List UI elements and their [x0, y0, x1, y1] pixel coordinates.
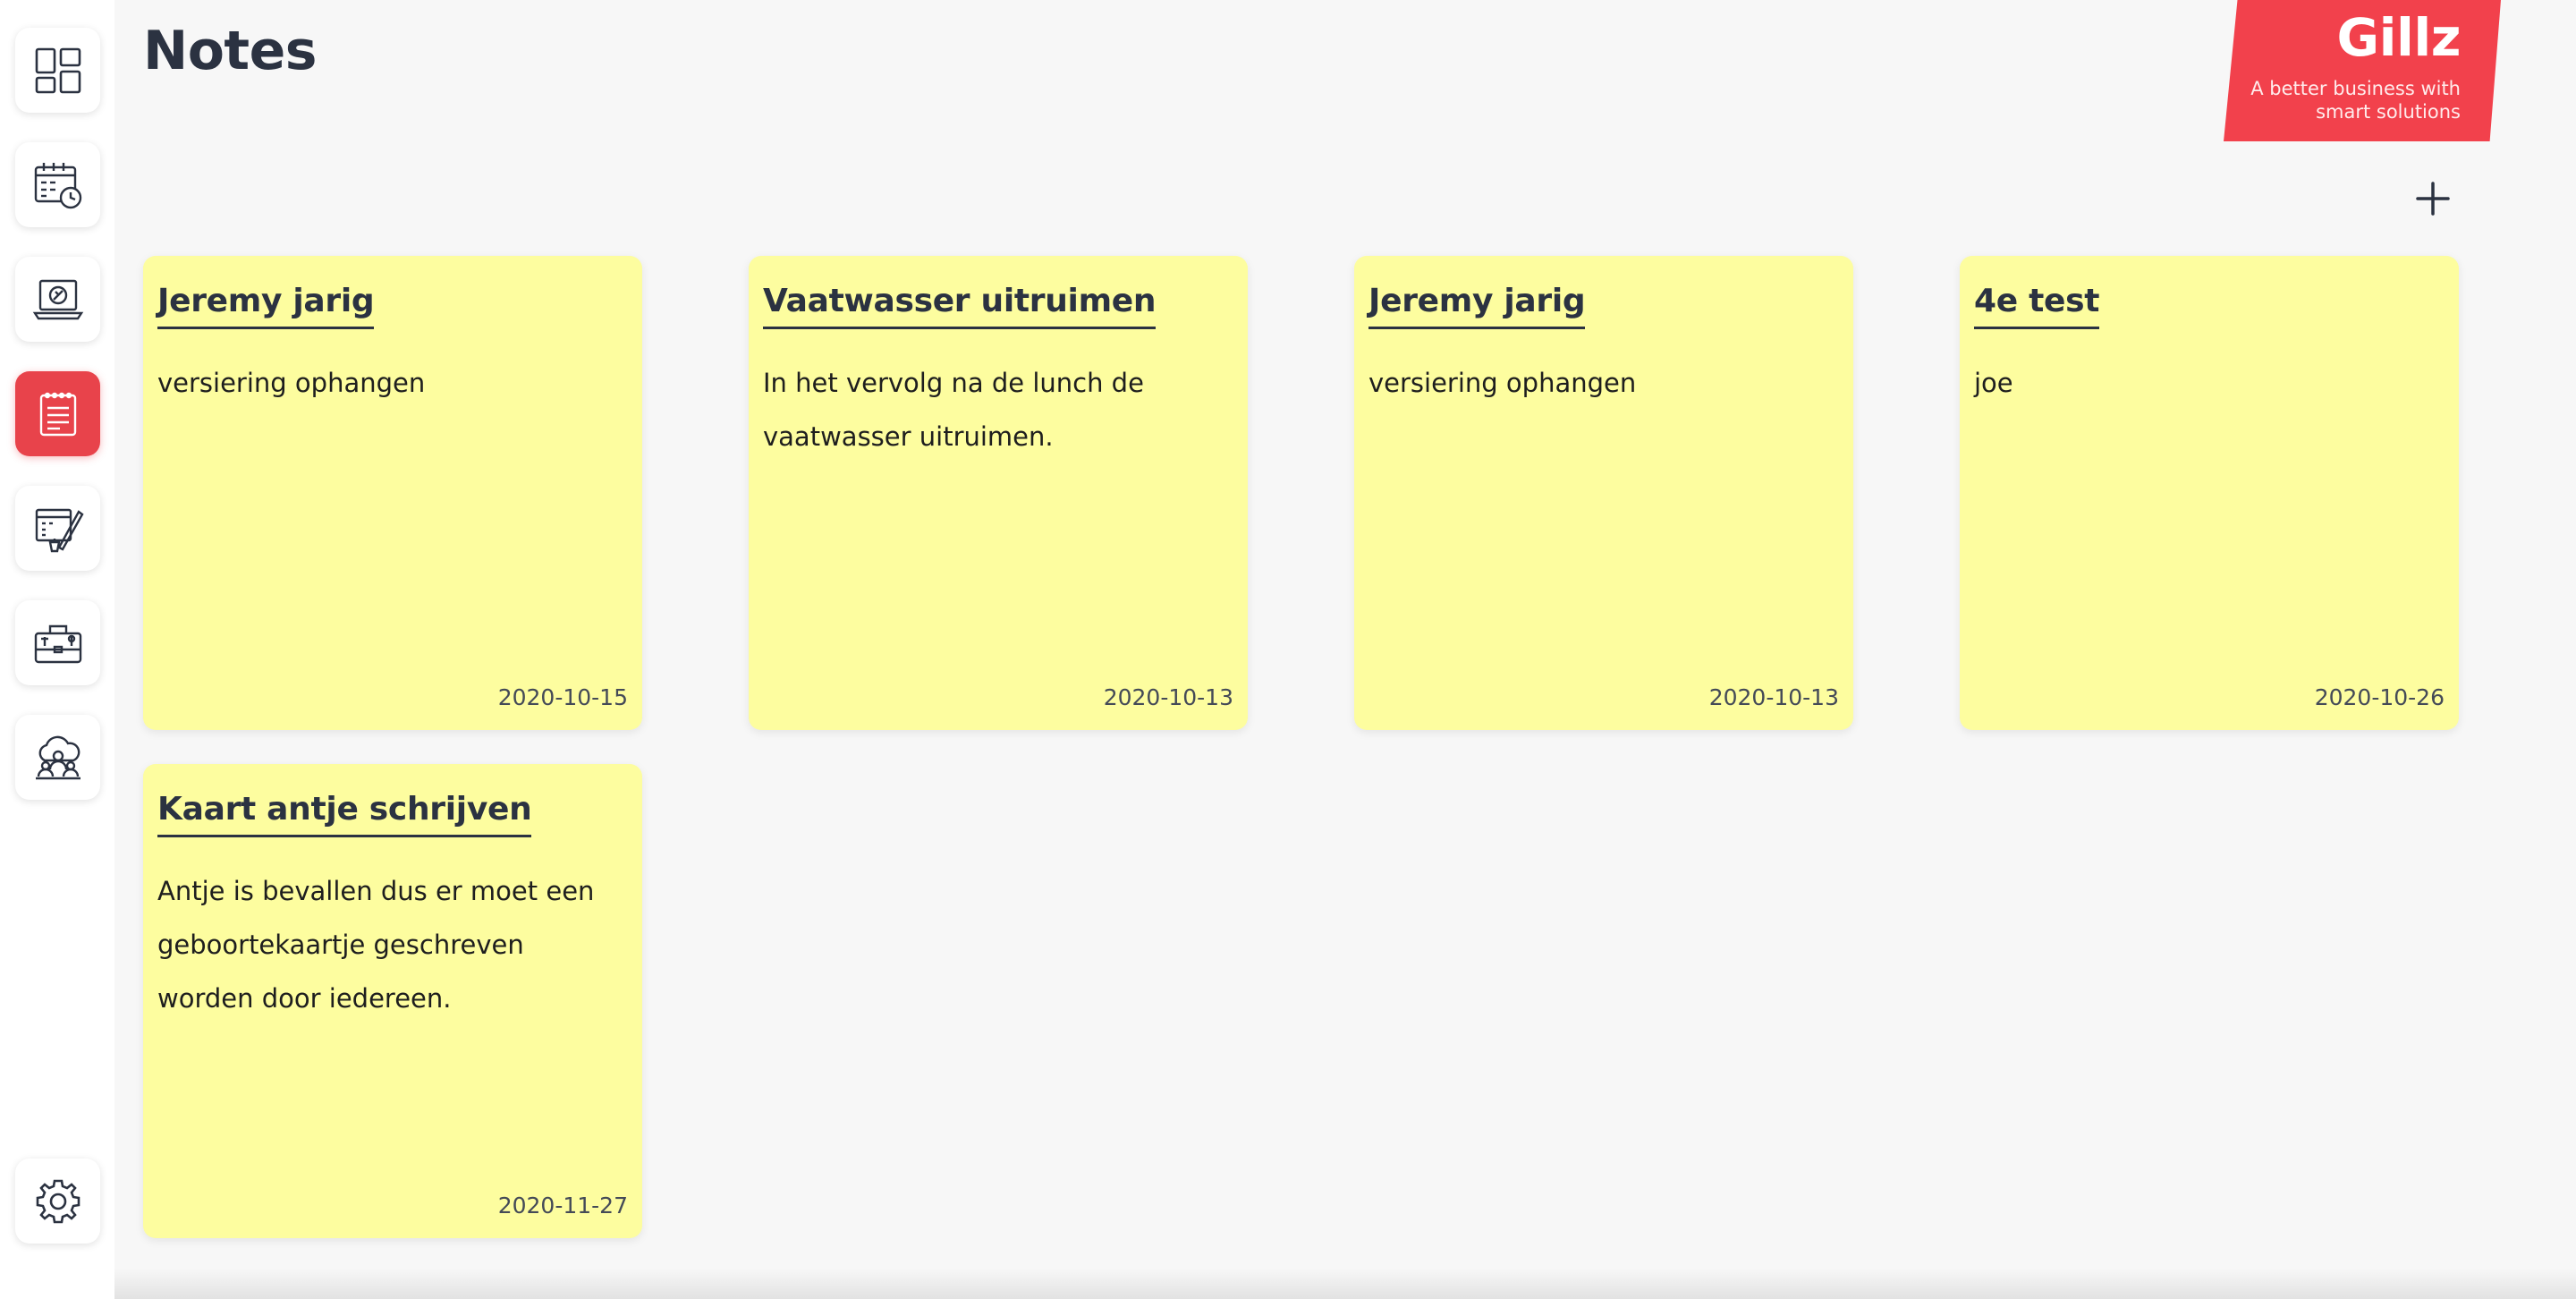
note-title: Jeremy jarig — [1368, 283, 1586, 329]
brand-name: Gillz — [2336, 7, 2461, 68]
note-card[interactable]: Jeremy jarig versiering ophangen 2020-10… — [1354, 256, 1853, 730]
notes-icon — [39, 392, 76, 436]
note-title: Jeremy jarig — [157, 283, 375, 329]
sidebar — [0, 0, 114, 1299]
note-body: joe — [1974, 368, 2013, 398]
brand-logo: Gillz A better business with smart solut… — [2224, 0, 2501, 141]
toolbox-icon — [34, 624, 81, 663]
note-body: In het vervolg na de lunch de vaatwasser… — [763, 368, 1144, 452]
sidebar-item-cloud[interactable] — [15, 715, 100, 800]
page-title: Notes — [143, 20, 318, 82]
plus-icon — [2416, 182, 2450, 216]
note-date: 2020-10-26 — [2314, 684, 2445, 710]
note-date: 2020-10-13 — [1708, 684, 1839, 710]
sidebar-item-support[interactable] — [15, 257, 100, 342]
note-body: versiering ophangen — [1368, 368, 1637, 398]
bottom-shadow — [114, 1269, 2576, 1299]
planner-edit-icon — [35, 508, 84, 552]
note-date: 2020-11-27 — [497, 1193, 628, 1218]
note-date: 2020-10-15 — [497, 684, 628, 710]
note-body: Antje is bevallen dus er moet een geboor… — [157, 876, 595, 1014]
note-date: 2020-10-13 — [1103, 684, 1233, 710]
note-card[interactable]: 4e test joe 2020-10-26 — [1960, 256, 2459, 730]
note-title: 4e test — [1974, 283, 2099, 329]
gear-icon — [36, 1179, 80, 1223]
dashboard-icon — [35, 47, 80, 93]
note-card[interactable]: Kaart antje schrijven Antje is bevallen … — [143, 764, 642, 1238]
sidebar-item-planner[interactable] — [15, 486, 100, 571]
note-card[interactable]: Jeremy jarig versiering ophangen 2020-10… — [143, 256, 642, 730]
brand-tagline: A better business with smart solutions — [2250, 78, 2461, 123]
note-card[interactable]: Vaatwasser uitruimen In het vervolg na d… — [749, 256, 1248, 730]
note-body: versiering ophangen — [157, 368, 426, 398]
note-title: Kaart antje schrijven — [157, 791, 532, 837]
sidebar-item-settings[interactable] — [15, 1159, 100, 1244]
sidebar-item-calendar[interactable] — [15, 142, 100, 227]
note-title: Vaatwasser uitruimen — [763, 283, 1157, 329]
sidebar-item-dashboard[interactable] — [15, 28, 100, 113]
sidebar-item-toolbox[interactable] — [15, 600, 100, 685]
cloud-users-icon — [35, 735, 80, 779]
calendar-icon — [34, 162, 81, 208]
sidebar-item-notes[interactable] — [15, 371, 100, 456]
add-note-button[interactable] — [2406, 172, 2460, 225]
laptop-support-icon — [32, 279, 83, 319]
